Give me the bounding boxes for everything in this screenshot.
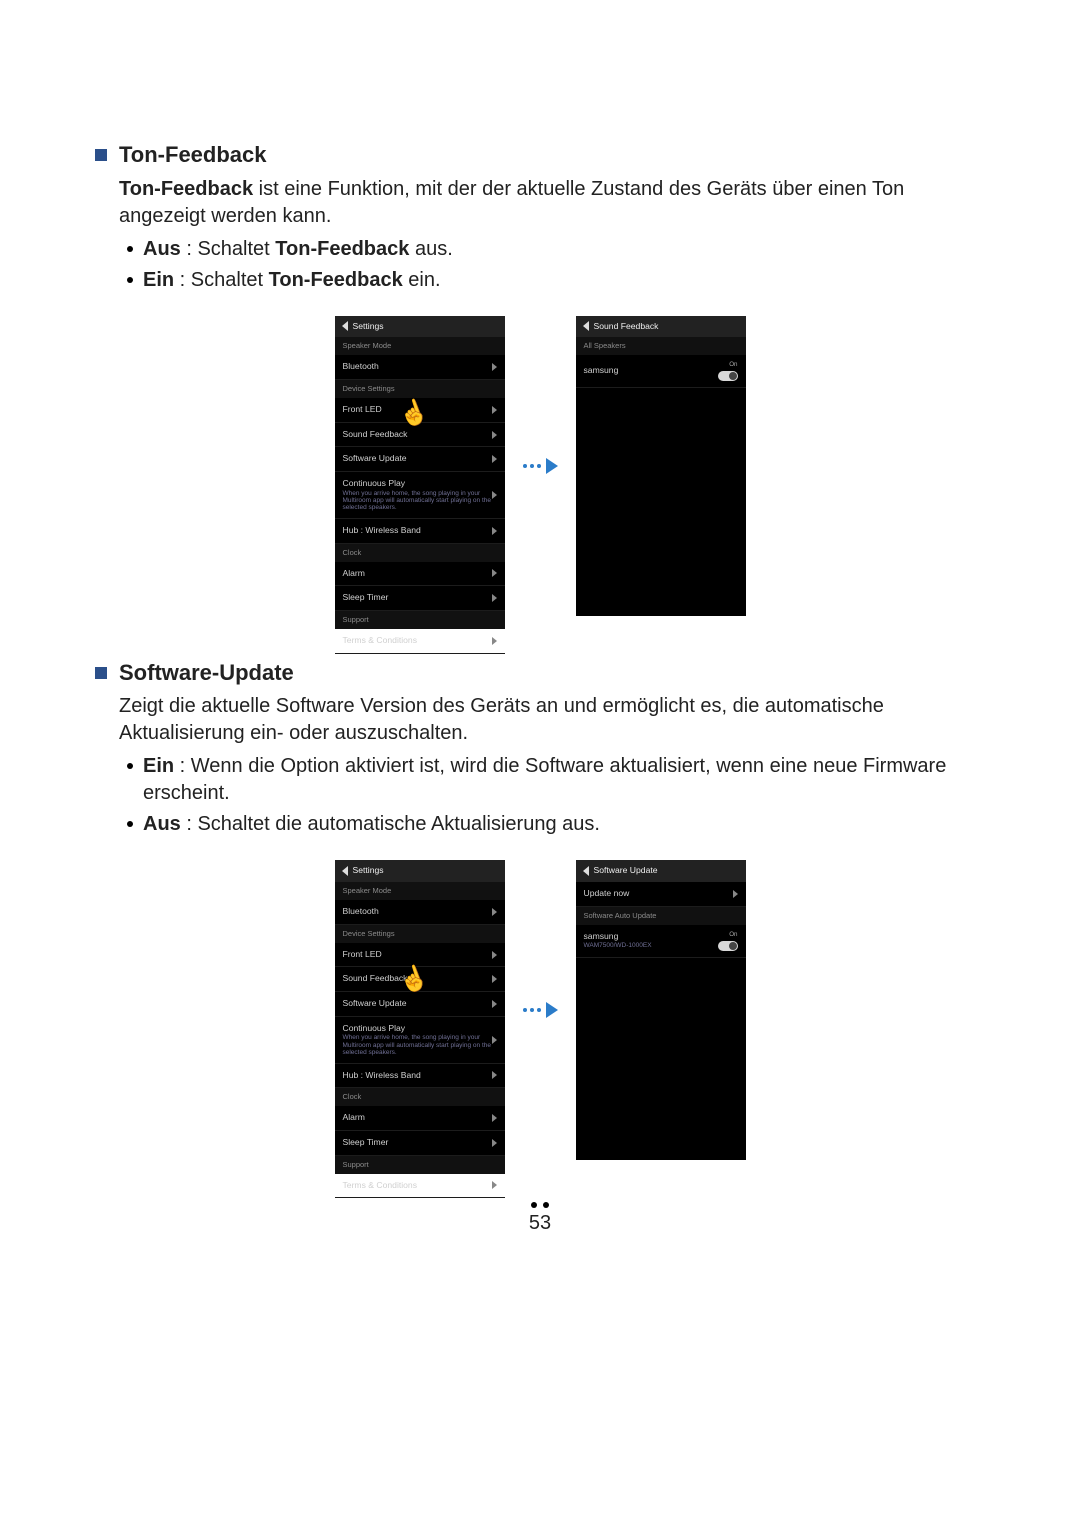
section-label: Device Settings	[335, 380, 505, 398]
section-label: Device Settings	[335, 925, 505, 943]
chevron-right-icon	[492, 1071, 497, 1079]
toggle-on[interactable]: On	[718, 931, 738, 950]
section-label: Speaker Mode	[335, 337, 505, 355]
section-label: Clock	[335, 544, 505, 562]
bullet-item: Ein : Schaltet Ton-Feedback ein.	[127, 267, 985, 294]
list-item-sound-feedback[interactable]: Sound Feedback	[335, 423, 505, 448]
chevron-right-icon	[492, 594, 497, 602]
titlebar-text: Sound Feedback	[594, 321, 659, 333]
list-item-hub[interactable]: Hub : Wireless Band	[335, 1064, 505, 1089]
section-body: Ton-Feedback ist eine Funktion, mit der …	[119, 176, 985, 230]
screenshot-settings-2: Settings Speaker Mode Bluetooth Device S…	[335, 860, 505, 1160]
list-item-update-now[interactable]: Update now	[576, 882, 746, 907]
chevron-right-icon	[492, 569, 497, 577]
back-chevron-icon[interactable]	[342, 866, 348, 876]
section-label: Speaker Mode	[335, 882, 505, 900]
list-item-bluetooth[interactable]: Bluetooth	[335, 355, 505, 380]
screenshot-settings: Settings Speaker Mode Bluetooth Device S…	[335, 316, 505, 616]
page-number: 53	[95, 1210, 985, 1237]
arrow-transition-icon	[523, 458, 558, 474]
list-item-bluetooth[interactable]: Bluetooth	[335, 900, 505, 925]
list-item-sleep-timer[interactable]: Sleep Timer	[335, 586, 505, 611]
heading-text: Software-Update	[119, 658, 294, 688]
bullet-item: Aus : Schaltet die automatische Aktualis…	[127, 811, 985, 838]
bullet-dot-icon	[127, 821, 133, 827]
chevron-right-icon	[492, 1139, 497, 1147]
bullet-dot-icon	[127, 277, 133, 283]
list-item-sound-feedback[interactable]: Sound Feedback	[335, 967, 505, 992]
titlebar-text: Settings	[353, 865, 384, 877]
list-item-speaker[interactable]: samsung On	[576, 355, 746, 387]
section-heading-ton-feedback: Ton-Feedback	[95, 140, 985, 170]
chevron-right-icon	[492, 455, 497, 463]
section-label: All Speakers	[576, 337, 746, 355]
titlebar: Settings	[335, 860, 505, 882]
chevron-right-icon	[492, 431, 497, 439]
list-item-auto-update-speaker[interactable]: samsung WAM7500/WD-1000EX On	[576, 925, 746, 958]
titlebar-text: Software Update	[594, 865, 658, 877]
bullet-dot-icon	[127, 246, 133, 252]
back-chevron-icon[interactable]	[583, 866, 589, 876]
section-label: Support	[335, 611, 505, 629]
arrow-transition-icon	[523, 1002, 558, 1018]
screenshot-sound-feedback: Sound Feedback All Speakers samsung On	[576, 316, 746, 616]
titlebar: Software Update	[576, 860, 746, 882]
list-item-hub[interactable]: Hub : Wireless Band	[335, 519, 505, 544]
chevron-right-icon	[492, 1000, 497, 1008]
list-item-software-update[interactable]: Software Update	[335, 447, 505, 472]
list-item-front-led[interactable]: Front LED	[335, 943, 505, 968]
section-label: Support	[335, 1156, 505, 1174]
list-item-software-update[interactable]: Software Update	[335, 992, 505, 1017]
screenshot-row-2: Settings Speaker Mode Bluetooth Device S…	[95, 860, 985, 1160]
chevron-right-icon	[492, 637, 497, 645]
chevron-right-icon	[492, 406, 497, 414]
titlebar: Sound Feedback	[576, 316, 746, 338]
screenshot-row-1: Settings Speaker Mode Bluetooth Device S…	[95, 316, 985, 616]
list-item-terms[interactable]: Terms & Conditions	[335, 1174, 505, 1199]
section-label: Software Auto Update	[576, 907, 746, 925]
section-label: Clock	[335, 1088, 505, 1106]
section-body: Zeigt die aktuelle Software Version des …	[119, 693, 985, 747]
bullet-list: Ein : Wenn die Option aktiviert ist, wir…	[127, 753, 985, 838]
titlebar-text: Settings	[353, 321, 384, 333]
heading-text: Ton-Feedback	[119, 140, 267, 170]
list-item-front-led[interactable]: Front LED	[335, 398, 505, 423]
list-item-sleep-timer[interactable]: Sleep Timer	[335, 1131, 505, 1156]
list-item-alarm[interactable]: Alarm	[335, 562, 505, 587]
square-bullet-icon	[95, 667, 107, 679]
chevron-right-icon	[492, 975, 497, 983]
chevron-right-icon	[492, 1114, 497, 1122]
section-heading-software-update: Software-Update	[95, 658, 985, 688]
chevron-right-icon	[492, 527, 497, 535]
bullet-item: Aus : Schaltet Ton-Feedback aus.	[127, 236, 985, 263]
toggle-on[interactable]: On	[718, 361, 738, 380]
section-desc: Zeigt die aktuelle Software Version des …	[119, 695, 884, 744]
lead-bold: Ton-Feedback	[119, 178, 253, 200]
chevron-right-icon	[492, 1036, 497, 1044]
chevron-right-icon	[492, 951, 497, 959]
page-dots	[95, 1202, 985, 1208]
chevron-right-icon	[492, 491, 497, 499]
list-item-alarm[interactable]: Alarm	[335, 1106, 505, 1131]
back-chevron-icon[interactable]	[342, 321, 348, 331]
chevron-right-icon	[733, 890, 738, 898]
list-item-continuous-play[interactable]: Continuous PlayWhen you arrive home, the…	[335, 1017, 505, 1064]
square-bullet-icon	[95, 149, 107, 161]
chevron-right-icon	[492, 908, 497, 916]
bullet-list: Aus : Schaltet Ton-Feedback aus. Ein : S…	[127, 236, 985, 294]
bullet-dot-icon	[127, 763, 133, 769]
list-item-continuous-play[interactable]: Continuous PlayWhen you arrive home, the…	[335, 472, 505, 519]
titlebar: Settings	[335, 316, 505, 338]
chevron-right-icon	[492, 363, 497, 371]
bullet-item: Ein : Wenn die Option aktiviert ist, wir…	[127, 753, 985, 807]
back-chevron-icon[interactable]	[583, 321, 589, 331]
chevron-right-icon	[492, 1181, 497, 1189]
screenshot-software-update: Software Update Update now Software Auto…	[576, 860, 746, 1160]
list-item-terms[interactable]: Terms & Conditions	[335, 629, 505, 654]
